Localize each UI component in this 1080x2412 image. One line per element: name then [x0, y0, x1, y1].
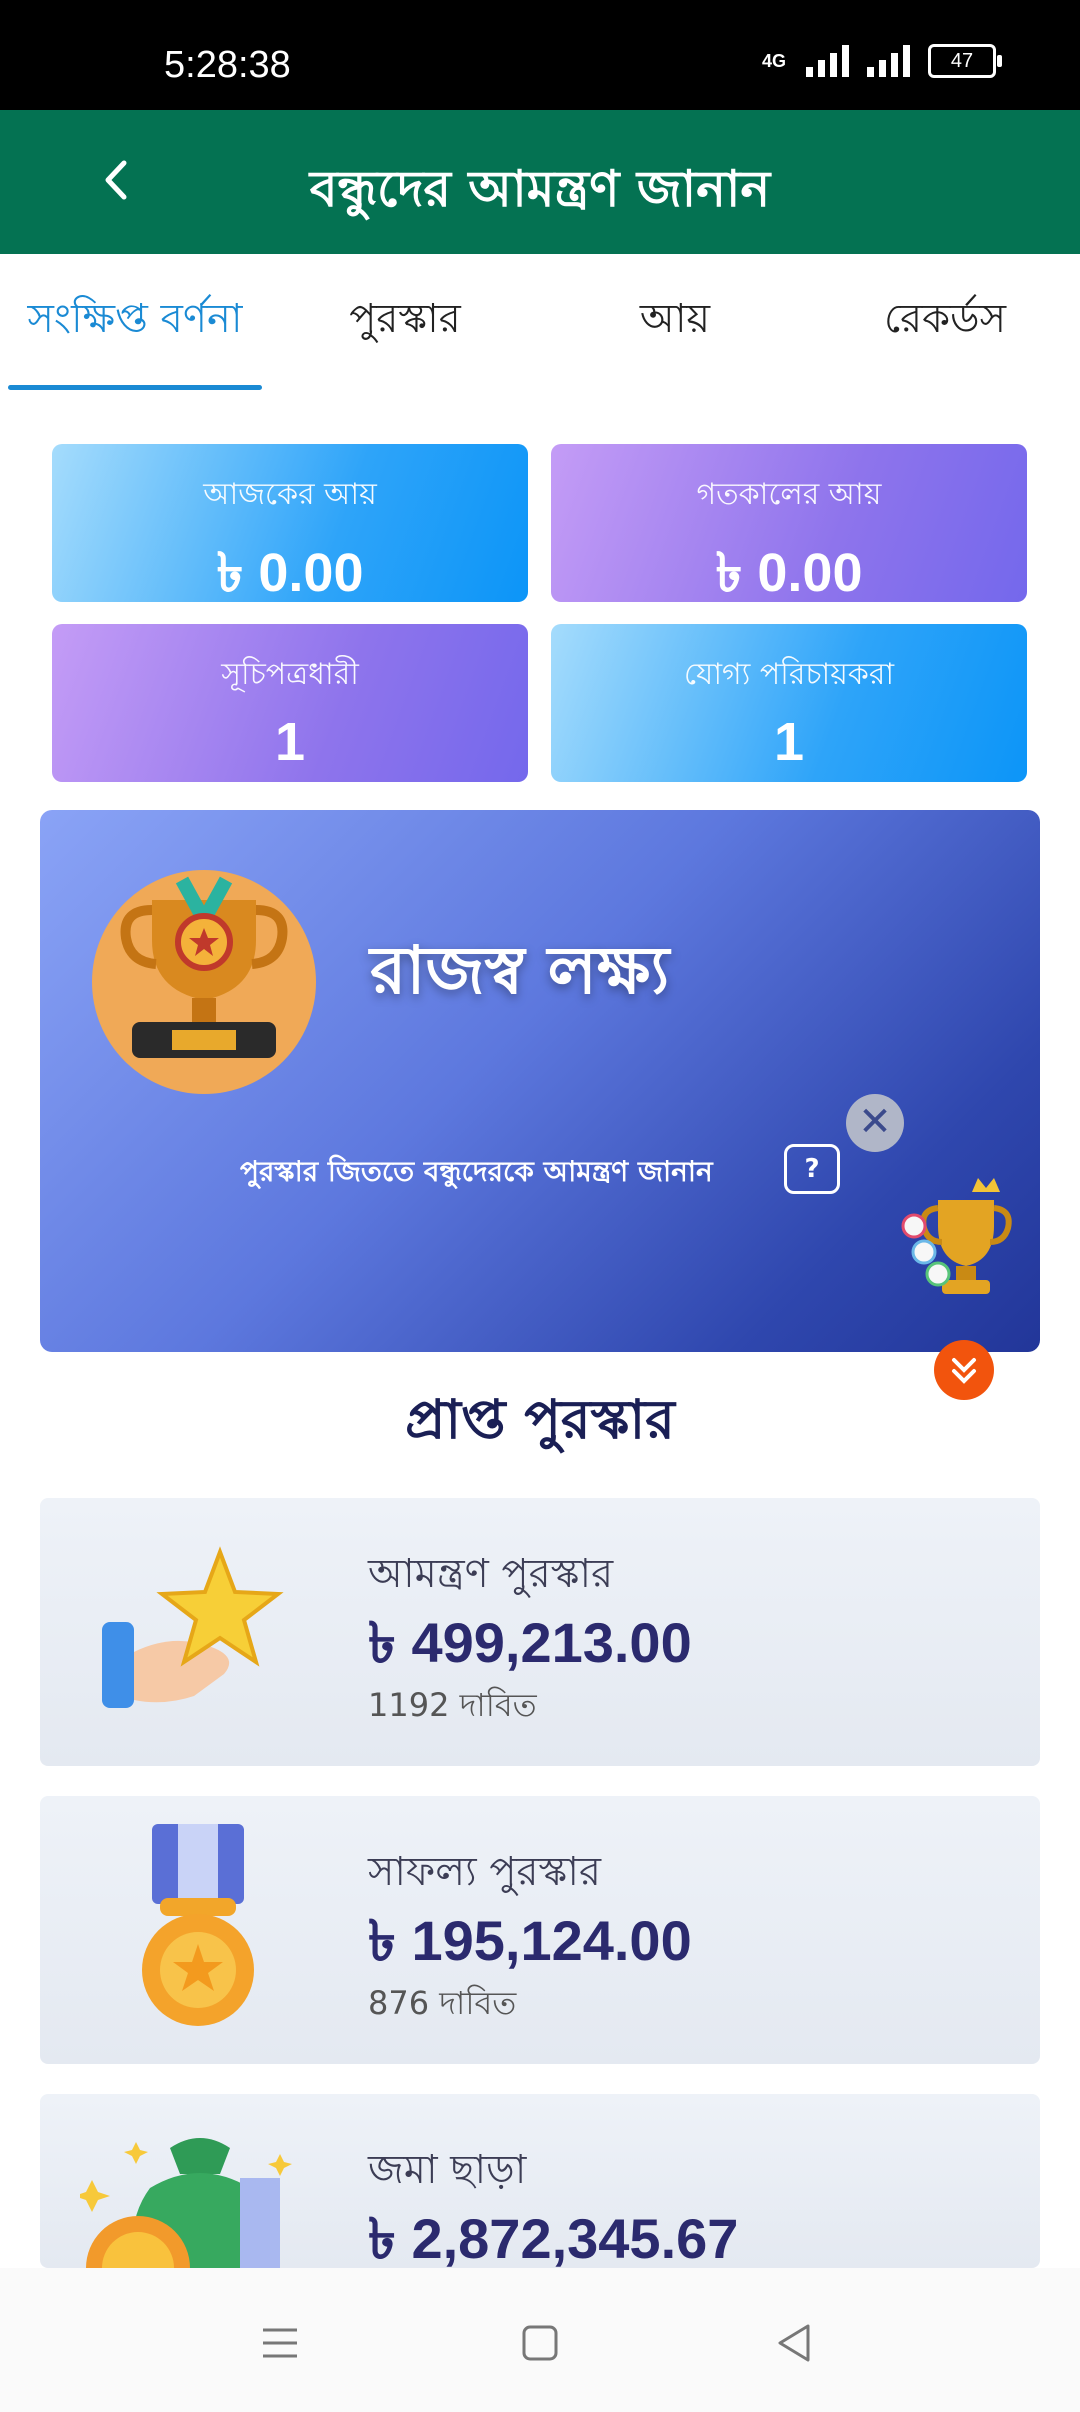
menu-button[interactable]: [255, 2318, 305, 2368]
reward-amount: ৳ 2,872,345.67: [368, 2207, 739, 2268]
status-time: 5:28:38: [164, 44, 291, 86]
stat-card-qualified-referrers: যোগ্য পরিচায়করা 1: [551, 624, 1027, 782]
reward-card-deposit[interactable]: জমা ছাড়া ৳ 2,872,345.67: [40, 2094, 1040, 2268]
reward-name: আমন্ত্রণ পুরস্কার: [368, 1551, 614, 1597]
tab-records[interactable]: রেকর্ডস: [810, 254, 1080, 390]
trophy-badge-icon: [92, 870, 316, 1094]
stat-value: ৳ 0.00: [715, 543, 863, 603]
tab-income[interactable]: আয়: [540, 254, 810, 390]
leaderboard-trophy-icon: [898, 1170, 1028, 1310]
stat-label: যোগ্য পরিচায়করা: [683, 657, 895, 692]
back-nav-button[interactable]: [770, 2318, 820, 2368]
help-icon[interactable]: ?: [784, 1144, 840, 1194]
reward-card-invitation[interactable]: আমন্ত্রণ পুরস্কার ৳ 499,213.00 1192 দাবি…: [40, 1498, 1040, 1766]
stat-card-today-income: আজকের আয় ৳ 0.00: [52, 444, 528, 603]
reward-claimed-count: 876 দাবিত: [368, 1984, 517, 2022]
stat-label: সূচিপত্রধারী: [221, 657, 359, 692]
stat-card-yesterday-income: গতকালের আয় ৳ 0.00: [551, 444, 1027, 603]
close-button[interactable]: ✕: [846, 1094, 904, 1152]
reward-claimed-count: 1192 দাবিত: [368, 1686, 537, 1724]
stat-card-subordinates: সূচিপত্রধারী 1: [52, 624, 528, 782]
square-home-icon: [522, 2325, 558, 2361]
money-bag-icon: [74, 2118, 300, 2268]
star-hand-icon: [80, 1522, 300, 1742]
triangle-back-icon: [778, 2324, 810, 2362]
app-header: বন্ধুদের আমন্ত্রণ জানান: [0, 110, 1080, 254]
signal-icon-2: [867, 45, 910, 77]
tab-overview[interactable]: সংক্ষিপ্ত বর্ণনা: [0, 254, 270, 390]
status-bar: 5:28:38 4G 47: [0, 0, 1080, 110]
revenue-target-banner[interactable]: রাজস্ব লক্ষ্য পুরস্কার জিততে বন্ধুদেরকে …: [40, 810, 1040, 1352]
system-nav-bar: [0, 2268, 1080, 2412]
tab-rewards[interactable]: পুরস্কার: [270, 254, 540, 390]
network-type: 4G: [761, 50, 786, 71]
stat-value: 1: [773, 712, 805, 772]
menu-icon: [263, 2328, 297, 2358]
banner-subtitle: পুরস্কার জিততে বন্ধুদেরকে আমন্ত্রণ জানান: [240, 1155, 713, 1188]
tab-bar: সংক্ষিপ্ত বর্ণনা পুরস্কার আয় রেকর্ডস: [0, 254, 1080, 390]
reward-card-achievement[interactable]: সাফল্য পুরস্কার ৳ 195,124.00 876 দাবিত: [40, 1796, 1040, 2064]
reward-name: জমা ছাড়া: [368, 2147, 527, 2193]
reward-name: সাফল্য পুরস্কার: [368, 1849, 601, 1895]
status-icons: 4G 47: [761, 44, 1002, 78]
stat-value: 1: [274, 712, 306, 772]
stat-value: ৳ 0.00: [216, 543, 364, 603]
stat-label: গতকালের আয়: [696, 477, 882, 512]
medal-icon: [80, 1820, 300, 2040]
signal-icon: [806, 45, 849, 77]
home-button[interactable]: [515, 2318, 565, 2368]
banner-title: রাজস্ব লক্ষ্য: [370, 932, 670, 1009]
rewards-section-title: প্রাপ্ত পুরস্কার: [405, 1388, 675, 1451]
stat-label: আজকের আয়: [203, 477, 377, 512]
page-title: বন্ধুদের আমন্ত্রণ জানান: [309, 160, 771, 218]
battery-icon: 47: [928, 44, 1002, 78]
